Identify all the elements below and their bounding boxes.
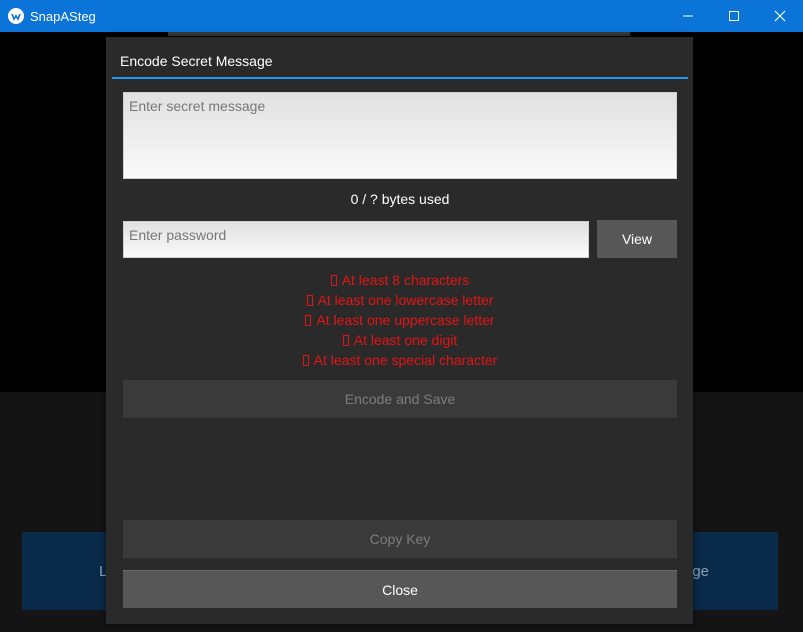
rule-item: At least 8 characters (123, 270, 677, 290)
rule-text: At least one uppercase letter (316, 312, 495, 328)
minimize-button[interactable] (665, 0, 711, 32)
close-icon (774, 10, 786, 22)
rule-item: At least one lowercase letter (123, 290, 677, 310)
app-logo-icon (8, 8, 24, 24)
encode-and-save-button[interactable]: Encode and Save (123, 380, 677, 418)
background-strip (168, 32, 630, 36)
copy-key-button[interactable]: Copy Key (123, 520, 677, 558)
missing-glyph-icon (302, 355, 309, 366)
missing-glyph-icon (305, 315, 312, 326)
rule-item: At least one special character (123, 350, 677, 370)
view-password-button[interactable]: View (597, 220, 677, 258)
background-right-button: age (680, 532, 778, 610)
missing-glyph-icon (330, 275, 337, 286)
window-titlebar: SnapASteg (0, 0, 803, 32)
bytes-used-label: 0 / ? bytes used (350, 191, 450, 207)
rule-text: At least one digit (353, 332, 458, 348)
maximize-icon (729, 11, 739, 21)
encode-dialog: Encode Secret Message Enter secret messa… (106, 37, 693, 624)
rule-text: At least 8 characters (341, 272, 470, 288)
rule-item: At least one uppercase letter (123, 310, 677, 330)
missing-glyph-icon (306, 295, 313, 306)
secret-message-input[interactable]: Enter secret message (123, 92, 677, 179)
minimize-icon (683, 15, 693, 17)
password-rules: At least 8 characters At least one lower… (123, 270, 677, 370)
window-title: SnapASteg (30, 8, 96, 24)
close-window-button[interactable] (757, 0, 803, 32)
close-dialog-button[interactable]: Close (123, 570, 677, 608)
missing-glyph-icon (342, 335, 349, 346)
dialog-title: Encode Secret Message (120, 53, 273, 69)
maximize-button[interactable] (711, 0, 757, 32)
rule-item: At least one digit (123, 330, 677, 350)
title-divider (112, 77, 688, 79)
password-input[interactable]: Enter password (123, 221, 589, 258)
rule-text: At least one special character (313, 352, 498, 368)
rule-text: At least one lowercase letter (317, 292, 494, 308)
